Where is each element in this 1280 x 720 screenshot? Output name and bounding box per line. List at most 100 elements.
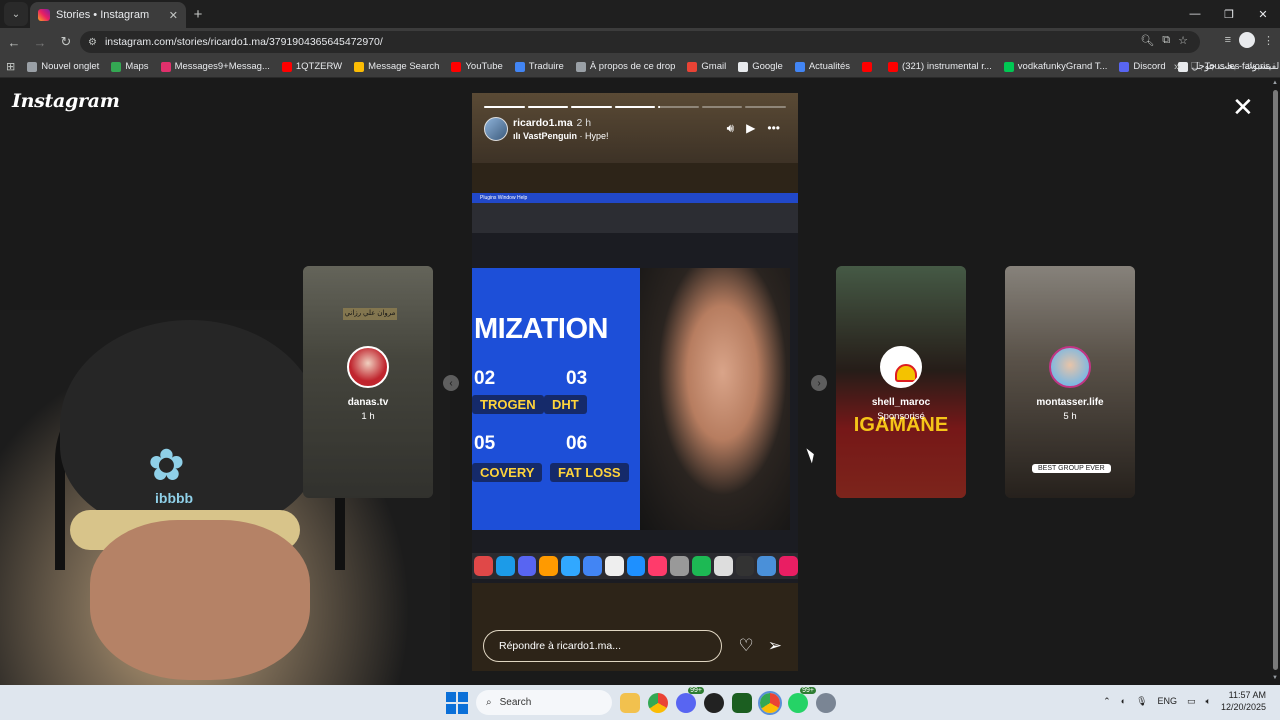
bookmark-item[interactable]: Nouvel onglet [27, 61, 99, 72]
previous-story-button[interactable]: ‹ [443, 375, 459, 391]
bookmark-star-icon[interactable]: ☆ [1178, 34, 1188, 47]
tray-app-icon[interactable]: ◐ [1121, 696, 1126, 706]
instagram-logo[interactable]: Instagram [12, 90, 120, 112]
preview-sponsored: Sponsorisé [877, 411, 925, 422]
bookmark-label: Nouvel onglet [41, 61, 100, 72]
dock-app-icon [626, 556, 646, 576]
terminal-icon[interactable] [732, 692, 752, 713]
install-app-icon[interactable]: ⧉ [1162, 34, 1170, 47]
network-icon[interactable]: ▭ [1187, 696, 1196, 707]
bookmark-item[interactable] [862, 61, 876, 72]
shell-logo-icon [894, 364, 917, 382]
site-info-icon[interactable]: ⚙ [88, 37, 97, 48]
bookmark-item[interactable]: YouTube [451, 61, 503, 72]
scroll-up-icon[interactable]: ▲ [1272, 80, 1278, 86]
bookmark-label: 1QTZERW [295, 61, 343, 72]
bookmark-item[interactable]: Gmail [687, 61, 726, 72]
url-text: instagram.com/stories/ricardo1.ma/379190… [104, 36, 383, 48]
bookmark-item[interactable]: (321) instrumental r... [888, 61, 992, 72]
minimize-button[interactable]: — [1178, 0, 1212, 28]
next-story-button[interactable]: › [811, 375, 827, 391]
page-scrollbar[interactable]: ▲ ▼ [1270, 78, 1280, 685]
discord-icon[interactable]: 99+ [676, 686, 704, 713]
windows-start-icon[interactable] [446, 691, 468, 714]
chrome-icon[interactable] [648, 692, 668, 713]
bookmark-label: Maps [125, 61, 149, 72]
bookmark-item[interactable]: Maps [111, 61, 149, 72]
scroll-thumb[interactable] [1273, 90, 1278, 670]
bookmark-label: Actualités [808, 61, 851, 72]
mac-dock [472, 553, 798, 579]
tab-instagram-stories[interactable]: Stories • Instagram ✕ [30, 2, 186, 28]
menu-kebab-icon[interactable]: ⋮ [1263, 34, 1274, 47]
all-bookmarks-folder[interactable]: 🗀 Tous les favoris [1191, 59, 1270, 75]
more-options-icon[interactable]: ••• [767, 121, 780, 136]
close-stories-icon[interactable]: ✕ [1232, 94, 1254, 120]
bookmark-item[interactable]: 1QTZERW [281, 61, 343, 72]
story-author-avatar[interactable] [484, 117, 508, 141]
clock[interactable]: 11:57 AM 12/20/2025 [1221, 689, 1266, 713]
preview-time: 1 h [361, 411, 375, 422]
reply-input[interactable]: Répondre à ricardo1.ma... [483, 630, 722, 662]
chevron-up-icon[interactable]: ⌃ [1103, 696, 1111, 707]
bookmark-item[interactable]: vodkafunkyGrand T... [1003, 61, 1107, 72]
bookmark-item[interactable]: Message Search [354, 61, 439, 72]
dock-app-icon [495, 556, 515, 576]
whatsapp-icon[interactable]: 99+ [788, 686, 816, 713]
bookmark-item[interactable]: Discord [1119, 61, 1166, 72]
dock-app-icon [604, 556, 624, 576]
story-preview-danas[interactable]: مروان علي رزاني danas.tv 1 h [303, 266, 433, 498]
volume-icon[interactable]: 🔊︎ [727, 121, 735, 136]
bookmarks-bar: ⊞ Nouvel onglet Maps Messages9+Messag... 1Q… [0, 56, 1280, 78]
story-progress-bar [484, 106, 787, 108]
like-heart-icon[interactable]: ♡ [739, 636, 754, 656]
address-bar[interactable]: ⚙ instagram.com/stories/ricardo1.ma/3791… [80, 31, 1200, 53]
bookmark-favicon-icon [281, 61, 292, 72]
slide-label: COVERY [472, 463, 543, 482]
preview-name: danas.tv [347, 397, 389, 408]
story-username[interactable]: ricardo1.ma [513, 117, 573, 129]
beanie-text: ibbbb [155, 490, 194, 506]
bookmark-item[interactable]: À propos de ce drop [575, 61, 675, 72]
tab-close-icon[interactable]: ✕ [169, 9, 178, 22]
story-music[interactable]: ılı VastPenguin · Hype! [513, 131, 609, 141]
restore-button[interactable]: ❐ [1212, 0, 1246, 28]
play-icon[interactable]: ▶ [746, 121, 755, 136]
tab-search-button[interactable]: ⌄ [4, 2, 28, 26]
search-icon: ⌕ [486, 697, 492, 708]
active-story[interactable]: ricardo1.ma 2 h ılı VastPenguin · Hype! 🔊… [472, 93, 798, 671]
montasser-avatar [1049, 346, 1091, 388]
bookmark-item[interactable]: Google [738, 61, 783, 72]
language-indicator[interactable]: ENG [1158, 696, 1178, 706]
reload-button[interactable]: ↻ [54, 30, 78, 54]
bookmark-item[interactable]: Messages9+Messag... [160, 61, 270, 72]
send-share-icon[interactable]: ➢ [768, 636, 782, 656]
bookmark-favicon-icon [514, 61, 525, 72]
story-author[interactable]: ricardo1.ma 2 h [513, 117, 591, 129]
dock-app-icon [517, 556, 537, 576]
bookmark-item[interactable]: Actualités [794, 61, 851, 72]
media-control-icon[interactable]: ≡ [1225, 34, 1231, 46]
scroll-down-icon[interactable]: ▼ [1272, 675, 1278, 681]
profile-avatar[interactable] [1239, 32, 1255, 48]
bookmark-item[interactable]: Traduire [514, 61, 564, 72]
microphone-icon[interactable]: 🎙︎ [1136, 696, 1147, 707]
forward-button[interactable]: → [28, 30, 52, 54]
chrome-active-icon[interactable] [758, 690, 782, 715]
settings-gear-icon[interactable] [816, 692, 836, 713]
app-icon[interactable] [704, 692, 724, 713]
close-window-button[interactable]: ✕ [1246, 0, 1280, 28]
bookmarks-overflow-icon[interactable]: » [1174, 61, 1180, 73]
apps-grid-icon[interactable]: ⊞ [6, 60, 15, 73]
file-explorer-icon[interactable] [620, 692, 640, 713]
story-preview-shell[interactable]: IGAMANE shell_maroc Sponsorisé [836, 266, 966, 498]
taskbar-search[interactable]: ⌕ Search [476, 690, 612, 715]
back-button[interactable]: ← [2, 30, 26, 54]
story-preview-montasser[interactable]: montasser.life 5 h BEST GROUP EVER [1005, 266, 1135, 498]
new-tab-button[interactable]: + [186, 2, 210, 26]
bookmark-favicon-icon [575, 61, 586, 72]
dock-app-icon [735, 556, 755, 576]
zoom-icon[interactable]: 🔍︎ [1140, 34, 1154, 47]
progress-segment [745, 106, 787, 108]
speaker-icon[interactable]: 🔈︎ [1206, 696, 1211, 707]
